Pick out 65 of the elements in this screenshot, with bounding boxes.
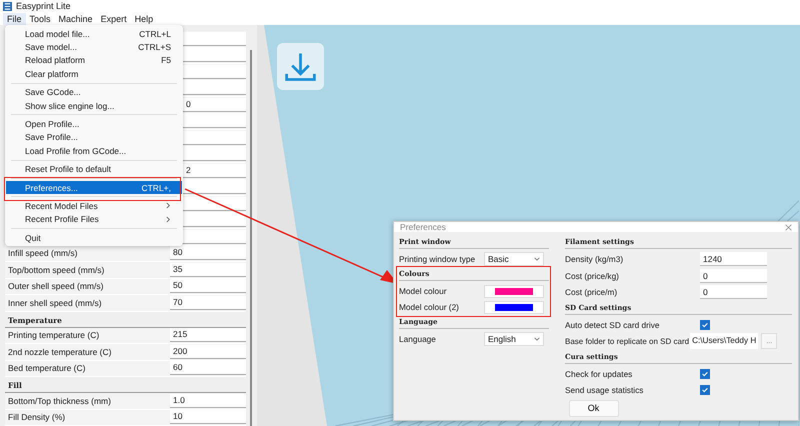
menu-item[interactable]: Load Profile from GCode... bbox=[6, 144, 182, 158]
setting-label: Outer shell speed (mm/s) bbox=[7, 281, 104, 292]
colour-picker-button[interactable] bbox=[484, 284, 544, 298]
menu-item[interactable]: Reload platform F5 bbox=[6, 54, 182, 68]
setting-label: Cost (price/m) bbox=[565, 287, 618, 298]
setting-field[interactable]: 60 bbox=[170, 361, 246, 376]
checkbox[interactable] bbox=[700, 320, 710, 330]
setting-label: Density (kg/m3) bbox=[565, 254, 624, 264]
setting-field[interactable]: 50 bbox=[170, 279, 246, 294]
menu-item[interactable]: Recent Model Files bbox=[6, 199, 182, 213]
input-field[interactable]: 1240 bbox=[700, 252, 767, 266]
input-field[interactable]: 0 bbox=[700, 268, 767, 283]
chevron-down-icon bbox=[534, 337, 540, 341]
setting-label: 2nd nozzle temperature (C) bbox=[7, 346, 112, 357]
menu-bar-item[interactable]: Help bbox=[130, 12, 158, 24]
scrollbar[interactable] bbox=[250, 50, 252, 426]
setting-label: Bottom/Top thickness (mm) bbox=[7, 396, 112, 406]
menu-bar-item[interactable]: Machine bbox=[54, 12, 97, 24]
setting-label: Model colour (2) bbox=[399, 302, 460, 312]
ok-button[interactable]: Ok bbox=[568, 400, 618, 416]
setting-label: Model colour bbox=[399, 286, 448, 296]
setting-label: Top/bottom speed (mm/s) bbox=[7, 264, 106, 275]
load-model-button[interactable] bbox=[277, 43, 324, 90]
menu-item[interactable]: Quit bbox=[6, 231, 182, 244]
setting-label: Base folder to replicate on SD card bbox=[565, 336, 690, 346]
menu-item[interactable]: Save Profile... bbox=[6, 130, 182, 144]
setting-label: Cost (price/kg) bbox=[565, 270, 620, 281]
menu-item[interactable]: Open Profile... bbox=[6, 117, 182, 131]
dropdown[interactable]: English bbox=[484, 332, 544, 346]
setting-label: Infill speed (mm/s) bbox=[7, 248, 78, 258]
menu-item[interactable]: Clear platform bbox=[6, 67, 182, 81]
menu-bar-item[interactable]: Expert bbox=[96, 12, 131, 24]
setting-label: Auto detect SD card drive bbox=[565, 320, 661, 330]
setting-field[interactable]: 70 bbox=[170, 296, 246, 310]
chevron-down-icon bbox=[534, 257, 540, 261]
setting-label: Fill Density (%) bbox=[7, 412, 66, 422]
dropdown[interactable]: Basic bbox=[484, 252, 544, 266]
setting-field[interactable]: 215 bbox=[170, 328, 246, 342]
window-title: Easyprint Lite bbox=[16, 1, 71, 11]
input-field[interactable]: C:\Users\Teddy H bbox=[690, 333, 758, 350]
setting-label: Printing window type bbox=[399, 254, 476, 264]
input-field[interactable]: 0 bbox=[700, 285, 767, 300]
setting-label: Send usage statistics bbox=[565, 385, 644, 396]
menu-item[interactable]: Save GCode... bbox=[6, 86, 182, 99]
menu-item[interactable]: Load model file... CTRL+L bbox=[6, 27, 182, 40]
setting-field[interactable]: 80 bbox=[170, 246, 246, 260]
colour-picker-button[interactable] bbox=[484, 300, 544, 314]
setting-field[interactable]: 10 bbox=[170, 410, 246, 424]
setting-label: Bed temperature (C) bbox=[7, 363, 86, 374]
menu-bar-item[interactable]: File bbox=[3, 12, 26, 24]
checkbox[interactable] bbox=[700, 385, 710, 396]
setting-label: Language bbox=[399, 334, 437, 344]
menu-item[interactable]: Preferences... CTRL+, bbox=[6, 180, 182, 194]
setting-field[interactable]: 1.0 bbox=[170, 394, 246, 408]
dialog-title: Preferences bbox=[400, 222, 446, 232]
setting-label: Check for updates bbox=[565, 368, 634, 379]
setting-label: Printing temperature (C) bbox=[7, 330, 100, 340]
setting-label: Inner shell speed (mm/s) bbox=[7, 298, 103, 308]
setting-field[interactable]: 35 bbox=[170, 262, 246, 277]
menu-item[interactable]: Save model... CTRL+S bbox=[6, 40, 182, 54]
menu-bar-item[interactable]: Tools bbox=[26, 12, 55, 24]
setting-field[interactable]: 200 bbox=[170, 344, 246, 359]
menu-item[interactable]: Recent Profile Files bbox=[6, 212, 182, 226]
checkbox[interactable] bbox=[700, 368, 710, 379]
close-icon[interactable] bbox=[785, 224, 792, 230]
